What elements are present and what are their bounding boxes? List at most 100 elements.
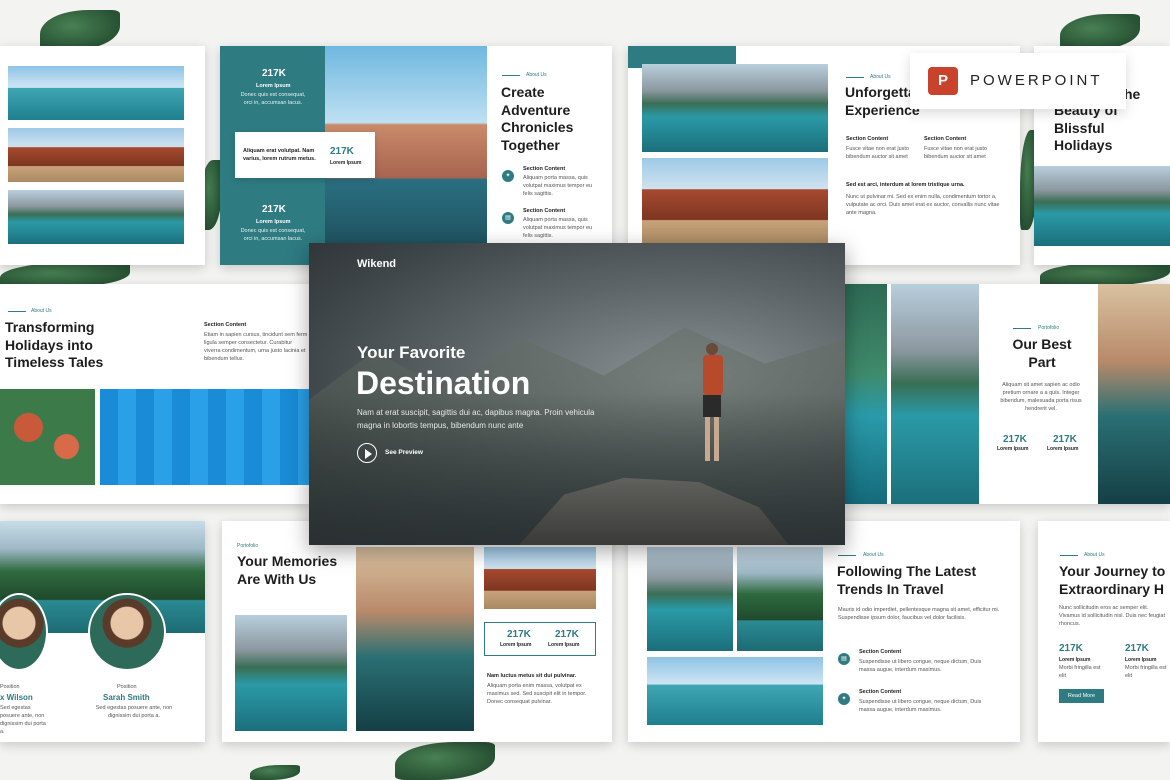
pier-photo bbox=[8, 66, 184, 120]
valley-photo bbox=[737, 547, 823, 651]
kicker-rule bbox=[1013, 328, 1031, 329]
stat-value: 217K bbox=[1053, 434, 1077, 445]
canal-photo bbox=[356, 547, 474, 731]
slide-title: Our Best Part bbox=[1012, 336, 1072, 370]
slide-title: Your Memories Are With Us bbox=[237, 553, 338, 587]
hero-slide[interactable]: Wikend Your Favorite Destination Nam at … bbox=[309, 243, 845, 545]
slide-your-journey[interactable]: About Us Your Journey to Extraordinary H… bbox=[1038, 521, 1170, 742]
section-title: Section Content bbox=[859, 689, 902, 695]
leaf-decoration bbox=[1060, 14, 1140, 50]
stat-label: Lorem Ipsum bbox=[256, 219, 291, 225]
person-name: x Wilson bbox=[0, 693, 33, 702]
hero-subtitle: Your Favorite bbox=[357, 343, 466, 362]
person-body: Sed egestas posuere ante, non dignissim … bbox=[95, 705, 173, 719]
slide-title: Transforming Holidays into Timeless Tale… bbox=[5, 319, 104, 370]
stat-body: Morbi fringilla est elit bbox=[1125, 665, 1167, 679]
canal-photo bbox=[1098, 284, 1170, 504]
brand-name: Wikend bbox=[357, 258, 397, 270]
slide-transforming-holidays[interactable]: About Us Transforming Holidays into Time… bbox=[0, 284, 310, 504]
stat-body: Morbi fringilla est elit bbox=[1059, 665, 1101, 679]
section-title: Section Content bbox=[859, 649, 902, 655]
kicker-rule bbox=[838, 555, 856, 556]
boat-lake-photo bbox=[642, 64, 828, 152]
stat-label: Lorem Ipsum bbox=[500, 642, 532, 648]
body-text: Aliquam porta enim massa, volutpat ex ma… bbox=[487, 683, 587, 705]
kicker-label: About Us bbox=[31, 308, 52, 314]
section-title: Section Content bbox=[523, 166, 566, 172]
kicker-rule bbox=[846, 77, 864, 78]
kicker-label: About Us bbox=[1084, 552, 1105, 558]
column-body: Fusce vitae non erat justo bibendum auct… bbox=[924, 146, 987, 160]
stat-body: Donec quis est consequat, orci in, accum… bbox=[240, 92, 306, 106]
slide-photo-grid[interactable] bbox=[0, 46, 205, 265]
stat-value: 217K bbox=[555, 629, 579, 640]
stat-value: 217K bbox=[507, 629, 531, 640]
slide-title: Following The Latest Trends In Travel bbox=[837, 563, 977, 597]
stat-value: 217K bbox=[262, 204, 286, 215]
body-heading: Sed est arci, interdum at lorem tristiqu… bbox=[846, 182, 965, 188]
body-text: Nunc ut pulvinar mi. Sed ex enim nulla, … bbox=[846, 194, 1000, 216]
section-icon: ▤ bbox=[502, 212, 514, 224]
section-title: Section Content bbox=[204, 322, 247, 328]
mountain-lake-photo bbox=[1034, 166, 1170, 246]
template-preview-collage: 217K Lorem Ipsum Donec quis est consequa… bbox=[0, 0, 1170, 780]
stat-label: Lorem Ipsum bbox=[256, 83, 291, 89]
section-body: Aliquam porta massa, quis volutpat maxim… bbox=[523, 175, 593, 197]
body-heading: Nam luctus metus sit dui pulvinar. bbox=[487, 673, 577, 679]
column-body: Fusce vitae non erat justo bibendum auct… bbox=[846, 146, 909, 160]
hiker-figure bbox=[697, 343, 727, 465]
slide-our-best-part[interactable]: Portofolio Our Best Part Aliquam sit ame… bbox=[845, 284, 1170, 504]
lake-photo bbox=[8, 190, 184, 244]
hero-body: Nam at erat suscipit, sagittis dui ac, d… bbox=[357, 408, 595, 430]
kicker-rule bbox=[8, 311, 26, 312]
column-title: Section Content bbox=[846, 136, 889, 142]
see-preview-link[interactable]: See Preview bbox=[385, 449, 423, 456]
kicker-label: Portofolio bbox=[1038, 325, 1060, 331]
card-body: Aliquam erat volutpat. Nam varius, lorem… bbox=[243, 148, 316, 162]
canoe-photo bbox=[647, 547, 733, 651]
kicker-label: About Us bbox=[870, 74, 891, 80]
section-body: Suspendisse ut libero congue, neque dict… bbox=[859, 699, 982, 713]
body-text: Aliquam sit amet sapien ac odio pretium … bbox=[1000, 382, 1082, 412]
cliff-lake-photo bbox=[891, 284, 979, 504]
card-stat-value: 217K bbox=[330, 146, 354, 157]
stat-box bbox=[484, 622, 596, 656]
resort-aerial-photo bbox=[0, 389, 95, 485]
person-name: Sarah Smith bbox=[103, 693, 150, 702]
hero-title: Destination bbox=[356, 365, 531, 401]
section-body: Aliquam porta massa, quis volutpat maxim… bbox=[523, 217, 593, 239]
section-body: Etiam in sapien cursus, tincidunt sem fe… bbox=[204, 332, 308, 362]
infinity-pool-photo bbox=[647, 657, 823, 725]
stat-label: Lorem Ipsum bbox=[1125, 657, 1157, 663]
powerpoint-label: POWERPOINT bbox=[970, 72, 1103, 89]
section-title: Section Content bbox=[523, 208, 566, 214]
avatar bbox=[88, 593, 166, 671]
read-more-button[interactable]: Read More bbox=[1059, 689, 1104, 703]
card-stat-label: Lorem Ipsum bbox=[330, 160, 362, 166]
stat-value: 217K bbox=[1003, 434, 1027, 445]
van-canyon-photo bbox=[642, 158, 828, 246]
powerpoint-icon: P bbox=[928, 67, 958, 95]
stat-value: 217K bbox=[1125, 643, 1149, 654]
slide-team[interactable]: Position x Wilson Sed egestas posuere an… bbox=[0, 521, 205, 742]
stat-label: Lorem Ipsum bbox=[1059, 657, 1091, 663]
slide-your-memories[interactable]: Portofolio Your Memories Are With Us 217… bbox=[222, 521, 612, 742]
person-body: Sed egestas posuere ante, non dignissim … bbox=[0, 705, 46, 735]
powerpoint-badge: P POWERPOINT bbox=[910, 53, 1126, 109]
body-text: Mauris id odio imperdiet, pellentesque m… bbox=[838, 607, 1000, 621]
slide-title-fragment: he bbox=[1124, 86, 1141, 102]
pool-photo bbox=[100, 389, 310, 485]
stat-body: Donec quis est consequat, orci in, accum… bbox=[240, 228, 306, 242]
slide-latest-trends[interactable]: About Us Following The Latest Trends In … bbox=[628, 521, 1020, 742]
stat-value: 217K bbox=[1059, 643, 1083, 654]
body-text: Nunc sollicitudin eros ac semper elit. V… bbox=[1059, 605, 1165, 627]
person-role: Position bbox=[0, 684, 20, 690]
slide-create-adventure[interactable]: 217K Lorem Ipsum Donec quis est consequa… bbox=[220, 46, 612, 265]
leaf-decoration bbox=[395, 742, 495, 780]
play-icon[interactable] bbox=[357, 443, 377, 463]
coast-photo bbox=[845, 284, 887, 504]
slide-title: Create Adventure Chronicles Together bbox=[501, 84, 574, 153]
section-body: Suspendisse ut libero congue, neque dict… bbox=[859, 659, 982, 673]
stat-label: Lorem Ipsum bbox=[1047, 446, 1079, 452]
column-title: Section Content bbox=[924, 136, 967, 142]
